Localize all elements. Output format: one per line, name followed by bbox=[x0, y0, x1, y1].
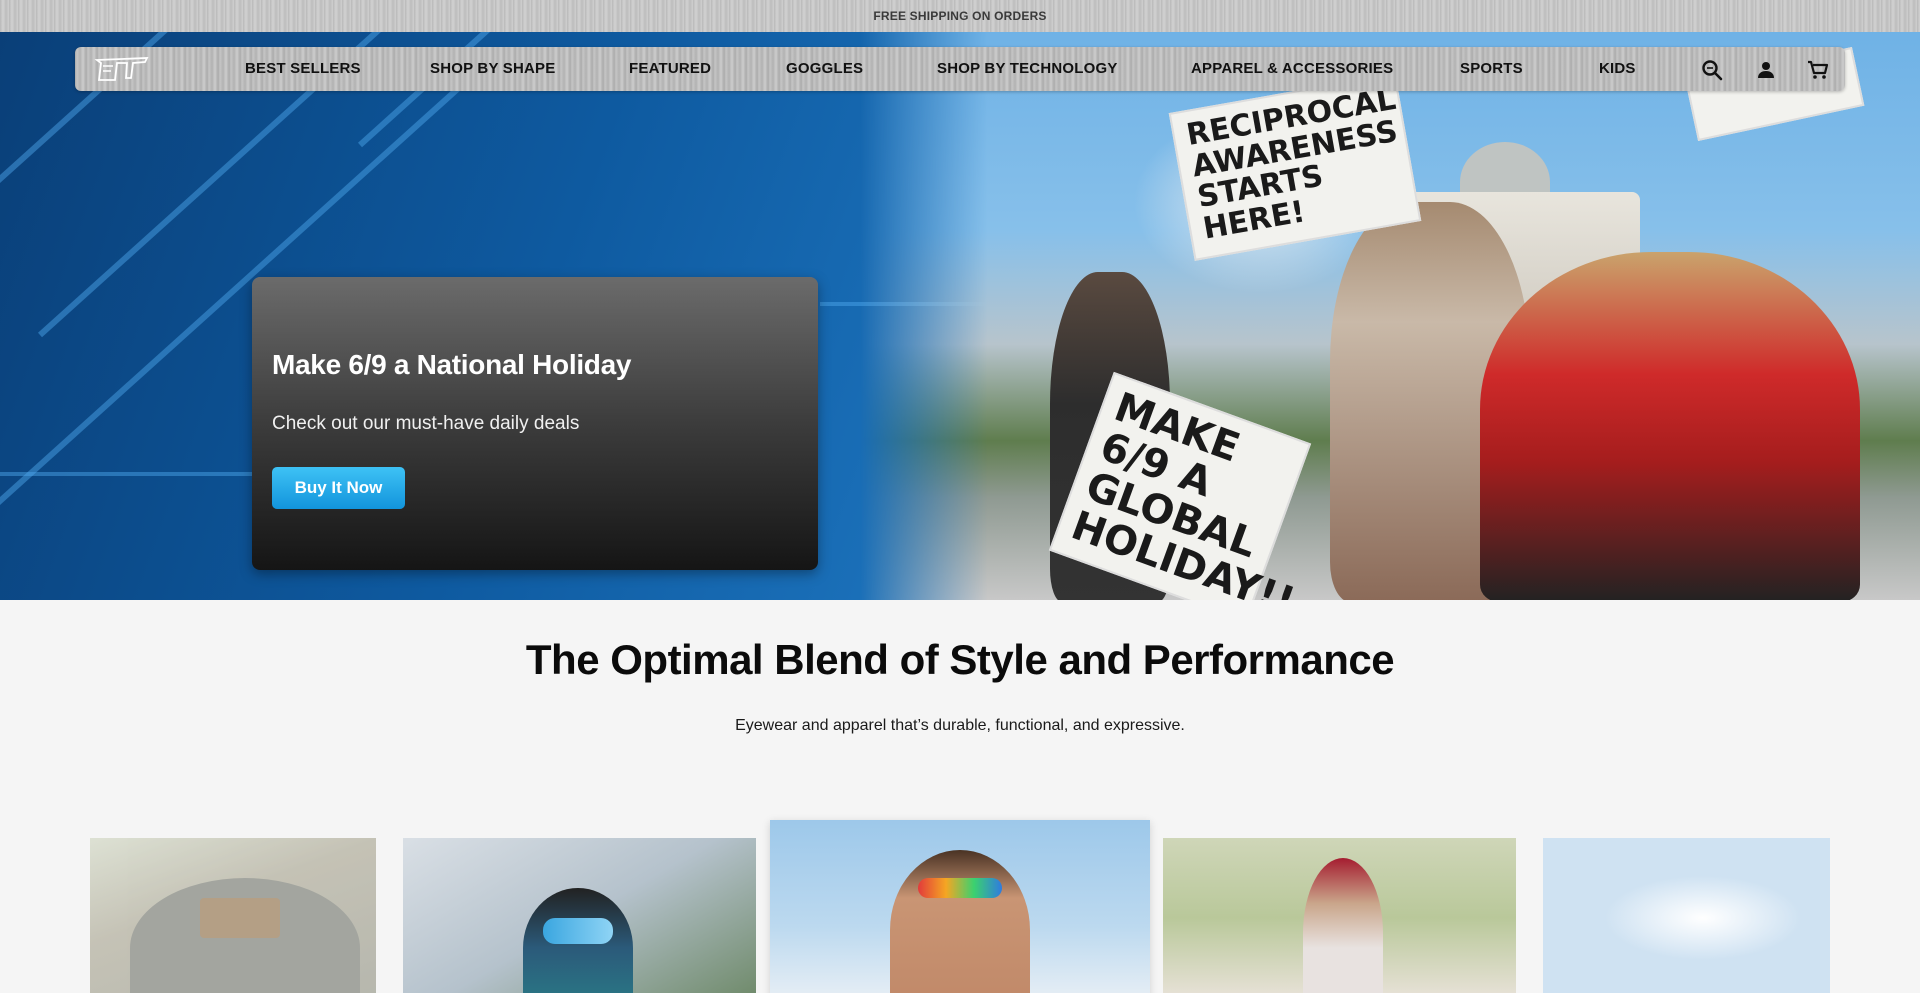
nav-item-best-sellers[interactable]: BEST SELLERS bbox=[245, 60, 361, 77]
cart-icon[interactable] bbox=[1806, 58, 1830, 82]
nav-item-goggles[interactable]: GOGGLES bbox=[786, 60, 863, 77]
nav-item-featured[interactable]: FEATURED bbox=[629, 60, 711, 77]
category-tile-goggles[interactable] bbox=[403, 838, 756, 993]
nav-item-sports[interactable]: SPORTS bbox=[1460, 60, 1523, 77]
promo-card: Make 6/9 a National Holiday Check out ou… bbox=[252, 277, 818, 570]
jumping-man-image bbox=[890, 850, 1030, 993]
buy-it-now-button[interactable]: Buy It Now bbox=[272, 467, 405, 509]
rainbow-sunglasses bbox=[918, 878, 1002, 898]
category-tile-baseball[interactable] bbox=[1163, 838, 1516, 993]
baseball-player-image bbox=[1303, 858, 1383, 993]
promo-title: Make 6/9 a National Holiday bbox=[272, 349, 632, 380]
main-navigation: BEST SELLERS SHOP BY SHAPE FEATURED GOGG… bbox=[75, 47, 1845, 91]
nav-item-kids[interactable]: KIDS bbox=[1599, 60, 1636, 77]
search-icon[interactable] bbox=[1700, 58, 1724, 82]
category-tile-sky[interactable] bbox=[1543, 838, 1830, 993]
section-subtitle: Eyewear and apparel that’s durable, func… bbox=[735, 717, 1185, 734]
protester-right bbox=[1480, 252, 1860, 600]
nav-item-shop-by-shape[interactable]: SHOP BY SHAPE bbox=[430, 60, 555, 77]
nav-item-shop-by-technology[interactable]: SHOP BY TECHNOLOGY bbox=[937, 60, 1118, 77]
goggle-lens bbox=[543, 918, 613, 944]
announcement-bar: FREE SHIPPING ON ORDERS bbox=[0, 0, 1920, 32]
account-icon[interactable] bbox=[1754, 58, 1778, 82]
hat-patch bbox=[200, 898, 280, 938]
category-tile-featured[interactable] bbox=[770, 820, 1150, 993]
category-tile-hats[interactable] bbox=[90, 838, 376, 993]
announcement-text: FREE SHIPPING ON ORDERS bbox=[873, 9, 1047, 23]
section-title: The Optimal Blend of Style and Performan… bbox=[525, 636, 1395, 683]
nav-item-apparel-accessories[interactable]: APPAREL & ACCESSORIES bbox=[1191, 60, 1393, 77]
promo-subtitle: Check out our must-have daily deals bbox=[272, 413, 580, 434]
